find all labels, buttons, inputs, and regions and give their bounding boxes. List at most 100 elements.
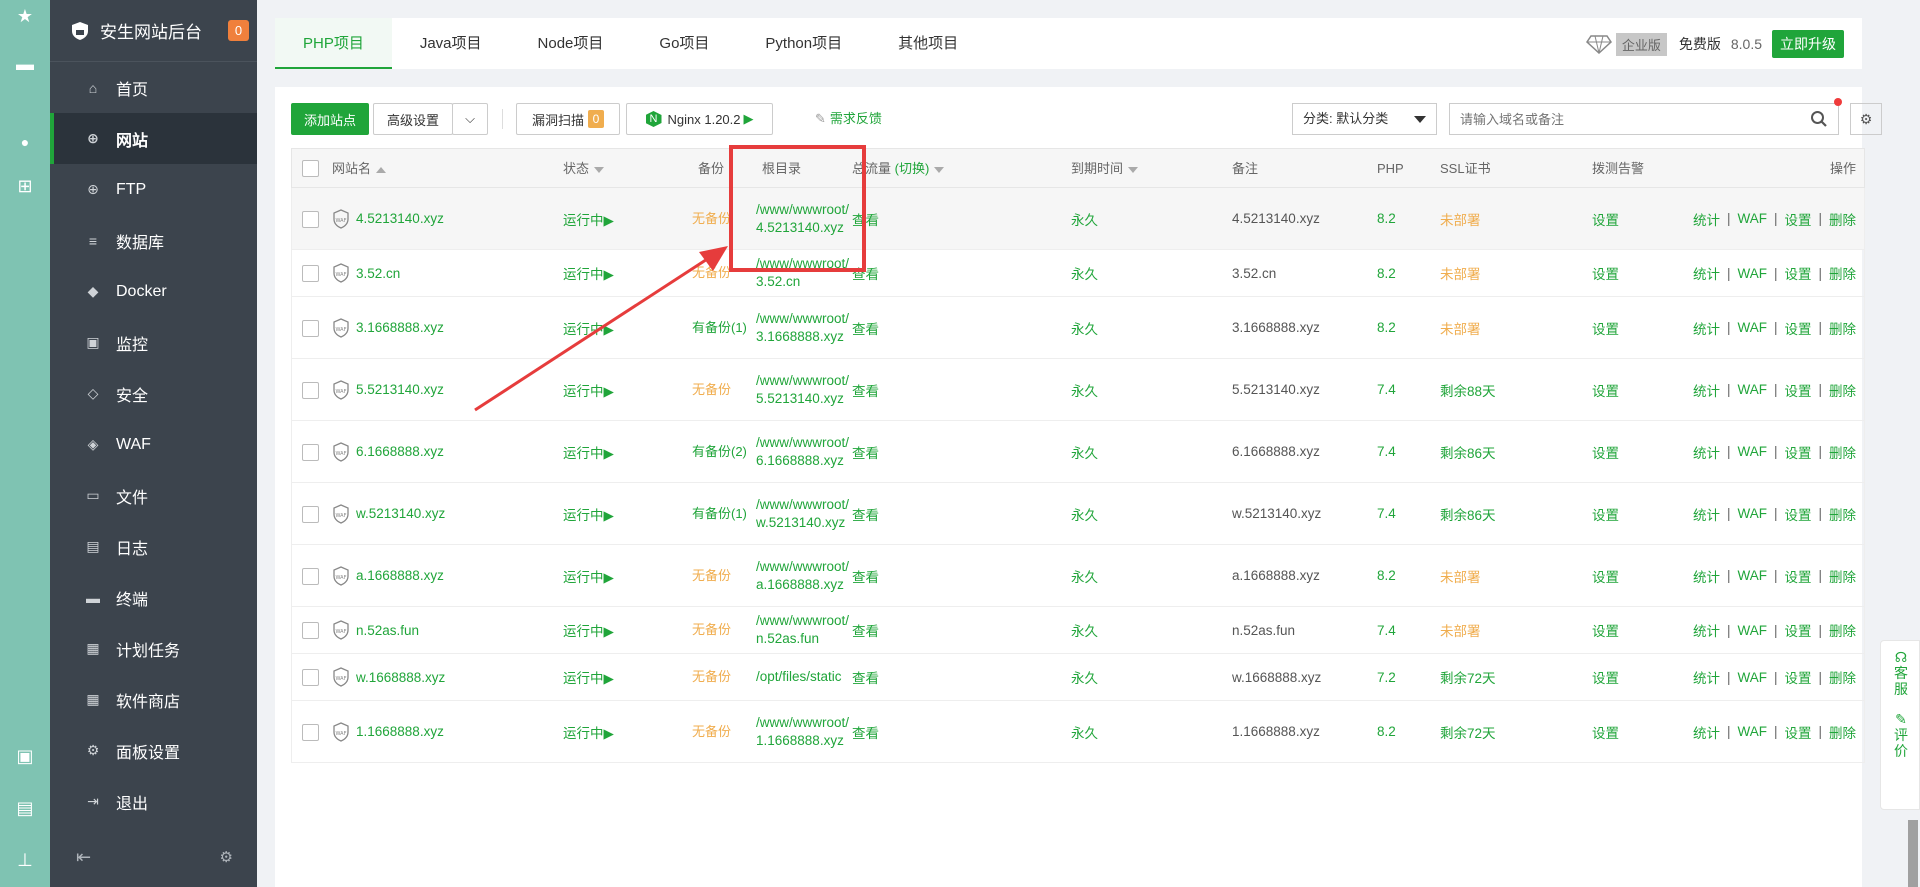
sidebar-item-3[interactable]: ≡ 数据库 — [50, 215, 257, 266]
row-checkbox[interactable] — [302, 723, 319, 741]
php-version-link[interactable]: 8.2 — [1377, 188, 1396, 249]
php-version-link[interactable]: 7.2 — [1377, 654, 1396, 700]
row-checkbox[interactable] — [302, 319, 319, 337]
action-1[interactable]: WAF — [1737, 506, 1767, 521]
root-path-link[interactable]: /www/wwwroot/w.5213140.xyz — [756, 483, 851, 544]
sidebar-item-10[interactable]: ▬ 终端 — [50, 572, 257, 623]
remark-text[interactable]: a.1668888.xyz — [1232, 545, 1320, 606]
action-3[interactable]: 删除 — [1829, 722, 1856, 742]
site-name-link[interactable]: WAF w.5213140.xyz — [332, 483, 445, 544]
table-row[interactable]: WAF 1.1668888.xyz 运行中▶ 无备份/www/wwwroot/1.16… — [291, 701, 1865, 763]
php-version-link[interactable]: 8.2 — [1377, 297, 1396, 358]
expire-link[interactable]: 永久 — [1071, 188, 1098, 249]
plus-box-icon[interactable]: ⊞ — [13, 174, 37, 198]
traffic-view-link[interactable]: 查看 — [852, 654, 879, 700]
action-3[interactable]: 删除 — [1829, 566, 1856, 586]
root-path-link[interactable]: /www/wwwroot/3.1668888.xyz — [756, 297, 851, 358]
action-3[interactable]: 删除 — [1829, 620, 1856, 640]
action-2[interactable]: 设置 — [1784, 667, 1811, 687]
traffic-view-link[interactable]: 查看 — [852, 701, 879, 762]
expire-link[interactable]: 永久 — [1071, 654, 1098, 700]
remark-text[interactable]: 5.5213140.xyz — [1232, 359, 1320, 420]
action-2[interactable]: 设置 — [1784, 318, 1811, 338]
pin-icon[interactable]: ⊥ — [13, 848, 37, 872]
remark-text[interactable]: 6.1668888.xyz — [1232, 421, 1320, 482]
sidebar-item-5[interactable]: ▣ 监控 — [50, 317, 257, 368]
site-name-link[interactable]: WAF 5.5213140.xyz — [332, 359, 444, 420]
site-name-link[interactable]: WAF 3.52.cn — [332, 250, 400, 296]
search-icon[interactable] — [1810, 110, 1828, 128]
php-version-link[interactable]: 7.4 — [1377, 483, 1396, 544]
expire-link[interactable]: 永久 — [1071, 250, 1098, 296]
ssl-status-link[interactable]: 剩余86天 — [1440, 483, 1496, 544]
action-2[interactable]: 设置 — [1784, 263, 1811, 283]
action-1[interactable]: WAF — [1737, 211, 1767, 226]
action-1[interactable]: WAF — [1737, 382, 1767, 397]
ssl-status-link[interactable]: 剩余72天 — [1440, 654, 1496, 700]
ssl-status-link[interactable]: 剩余88天 — [1440, 359, 1496, 420]
ssl-status-link[interactable]: 未部署 — [1440, 545, 1481, 606]
root-path-link[interactable]: /www/wwwroot/n.52as.fun — [756, 607, 851, 653]
tab-2[interactable]: Node项目 — [510, 18, 632, 69]
action-2[interactable]: 设置 — [1784, 722, 1811, 742]
row-checkbox[interactable] — [302, 505, 319, 523]
site-name-link[interactable]: WAF 1.1668888.xyz — [332, 701, 444, 762]
table-row[interactable]: WAF 6.1668888.xyz 运行中▶ 有备份(2)/www/wwwroot/6… — [291, 421, 1865, 483]
clock-icon[interactable]: ● — [13, 130, 37, 154]
remark-text[interactable]: 3.52.cn — [1232, 250, 1276, 296]
sidebar-item-0[interactable]: ⌂ 首页 — [50, 62, 257, 113]
expire-link[interactable]: 永久 — [1071, 483, 1098, 544]
table-row[interactable]: WAF w.5213140.xyz 运行中▶ 有备份(1)/www/wwwroot/w… — [291, 483, 1865, 545]
sidebar-item-13[interactable]: ⚙ 面板设置 — [50, 725, 257, 776]
sidebar-item-6[interactable]: ◇ 安全 — [50, 368, 257, 419]
site-name-link[interactable]: WAF n.52as.fun — [332, 607, 419, 653]
action-3[interactable]: 删除 — [1829, 380, 1856, 400]
status-toggle[interactable]: 运行中▶ — [563, 483, 614, 544]
row-checkbox[interactable] — [302, 622, 319, 639]
status-toggle[interactable]: 运行中▶ — [563, 607, 614, 653]
action-2[interactable]: 设置 — [1784, 380, 1811, 400]
backup-link[interactable]: 有备份(2) — [692, 421, 748, 482]
traffic-view-link[interactable]: 查看 — [852, 483, 879, 544]
php-version-link[interactable]: 8.2 — [1377, 545, 1396, 606]
root-path-link[interactable]: /www/wwwroot/5.5213140.xyz — [756, 359, 851, 420]
ssl-status-link[interactable]: 未部署 — [1440, 607, 1481, 653]
row-checkbox[interactable] — [302, 381, 319, 399]
upgrade-button[interactable]: 立即升级 — [1772, 30, 1844, 58]
action-3[interactable]: 删除 — [1829, 504, 1856, 524]
status-toggle[interactable]: 运行中▶ — [563, 545, 614, 606]
tab-0[interactable]: PHP项目 — [275, 18, 392, 69]
action-0[interactable]: 统计 — [1693, 442, 1720, 462]
table-settings-button[interactable]: ⚙ — [1850, 103, 1882, 135]
status-toggle[interactable]: 运行中▶ — [563, 654, 614, 700]
expire-link[interactable]: 永久 — [1071, 701, 1098, 762]
site-name-link[interactable]: WAF 6.1668888.xyz — [332, 421, 444, 482]
alert-settings-link[interactable]: 设置 — [1592, 297, 1619, 358]
backup-link[interactable]: 无备份 — [692, 545, 748, 606]
action-0[interactable]: 统计 — [1693, 263, 1720, 283]
sidebar-item-1[interactable]: ⊕ 网站 — [50, 113, 257, 164]
alert-settings-link[interactable]: 设置 — [1592, 359, 1619, 420]
select-all-checkbox[interactable] — [302, 160, 319, 177]
enterprise-edition[interactable]: 企业版 — [1585, 32, 1667, 56]
tab-1[interactable]: Java项目 — [392, 18, 510, 69]
sidebar-item-8[interactable]: ▭ 文件 — [50, 470, 257, 521]
add-site-button[interactable]: 添加站点 — [291, 103, 369, 135]
backup-link[interactable]: 有备份(1) — [692, 483, 748, 544]
status-toggle[interactable]: 运行中▶ — [563, 421, 614, 482]
action-0[interactable]: 统计 — [1693, 504, 1720, 524]
backup-link[interactable]: 无备份 — [692, 654, 748, 700]
action-1[interactable]: WAF — [1737, 320, 1767, 335]
root-path-link[interactable]: /www/wwwroot/1.1668888.xyz — [756, 701, 851, 762]
status-toggle[interactable]: 运行中▶ — [563, 701, 614, 762]
tab-3[interactable]: Go项目 — [631, 18, 737, 69]
remark-text[interactable]: 3.1668888.xyz — [1232, 297, 1320, 358]
tab-4[interactable]: Python项目 — [737, 18, 870, 69]
action-1[interactable]: WAF — [1737, 724, 1767, 739]
remark-text[interactable]: 4.5213140.xyz — [1232, 188, 1320, 249]
expire-link[interactable]: 永久 — [1071, 359, 1098, 420]
alert-settings-link[interactable]: 设置 — [1592, 250, 1619, 296]
backup-link[interactable]: 无备份 — [692, 607, 748, 653]
search-input[interactable] — [1450, 104, 1790, 134]
action-2[interactable]: 设置 — [1784, 504, 1811, 524]
